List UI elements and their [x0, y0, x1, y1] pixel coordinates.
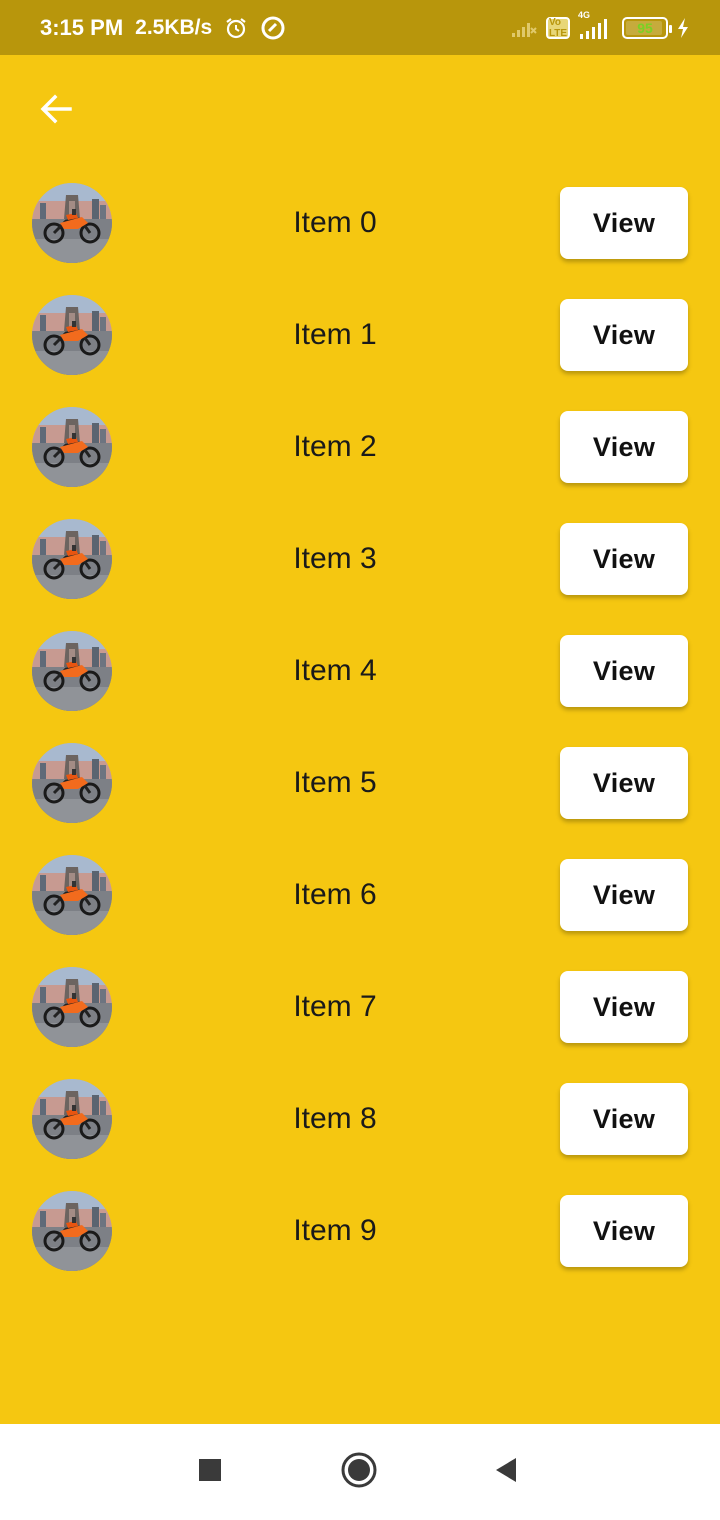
motorcycle-avatar — [32, 967, 112, 1047]
view-button[interactable]: View — [560, 859, 688, 931]
item-title: Item 1 — [293, 318, 377, 351]
motorcycle-avatar — [32, 519, 112, 599]
view-button[interactable]: View — [560, 1195, 688, 1267]
list-item: Item 7 View — [0, 951, 720, 1063]
motorcycle-avatar — [32, 1079, 112, 1159]
signal-icon: 4G — [578, 10, 614, 40]
square-icon — [197, 1457, 223, 1488]
status-left: 3:15 PM 2.5KB/s — [40, 15, 286, 41]
view-button[interactable]: View — [560, 411, 688, 483]
list-item: Item 5 View — [0, 727, 720, 839]
alarm-icon — [224, 16, 248, 40]
arrow-back-icon — [38, 91, 74, 132]
no-signal-icon — [510, 18, 538, 38]
status-time: 3:15 PM — [40, 14, 124, 40]
list-item: Item 1 View — [0, 279, 720, 391]
list-item: Item 9 View — [0, 1175, 720, 1287]
battery-level: 95 — [637, 19, 653, 36]
list-item: Item 8 View — [0, 1063, 720, 1175]
item-title: Item 3 — [293, 542, 377, 575]
view-button[interactable]: View — [560, 299, 688, 371]
list-item: Item 6 View — [0, 839, 720, 951]
item-title: Item 4 — [293, 654, 377, 687]
list-item: Item 2 View — [0, 391, 720, 503]
triangle-back-icon — [492, 1455, 520, 1490]
list-item: Item 0 View — [0, 167, 720, 279]
view-button[interactable]: View — [560, 971, 688, 1043]
item-title: Item 0 — [293, 206, 377, 239]
item-title: Item 6 — [293, 878, 377, 911]
motorcycle-avatar — [32, 295, 112, 375]
data-saver-icon — [260, 15, 286, 41]
view-button[interactable]: View — [560, 635, 688, 707]
motorcycle-avatar — [32, 183, 112, 263]
item-title: Item 8 — [293, 1102, 377, 1135]
home-button[interactable] — [331, 1444, 387, 1500]
motorcycle-avatar — [32, 1191, 112, 1271]
item-list: Item 0 View Item 1 View Item 2 View Item… — [0, 167, 720, 1287]
view-button[interactable]: View — [560, 747, 688, 819]
status-bar: 3:15 PM 2.5KB/s Vo LTE 4G 95 — [0, 0, 720, 55]
charging-icon — [676, 17, 690, 39]
navigation-bar — [0, 1424, 720, 1520]
motorcycle-avatar — [32, 407, 112, 487]
list-item: Item 3 View — [0, 503, 720, 615]
item-title: Item 5 — [293, 766, 377, 799]
motorcycle-avatar — [32, 743, 112, 823]
system-back-button[interactable] — [478, 1444, 534, 1500]
item-title: Item 2 — [293, 430, 377, 463]
network-type: 4G — [578, 9, 591, 20]
back-button[interactable] — [30, 85, 82, 137]
view-button[interactable]: View — [560, 1083, 688, 1155]
app-bar — [0, 55, 720, 165]
list-item: Item 4 View — [0, 615, 720, 727]
battery-icon: 95 — [622, 16, 672, 39]
network-speed: 2.5KB/s — [135, 15, 213, 39]
volte-badge: Vo LTE — [546, 16, 570, 39]
circle-icon — [339, 1450, 379, 1495]
view-button[interactable]: View — [560, 187, 688, 259]
view-button[interactable]: View — [560, 523, 688, 595]
item-title: Item 9 — [293, 1214, 377, 1247]
motorcycle-avatar — [32, 631, 112, 711]
item-title: Item 7 — [293, 990, 377, 1023]
motorcycle-avatar — [32, 855, 112, 935]
recents-button[interactable] — [182, 1444, 238, 1500]
status-right: Vo LTE 4G 95 — [510, 0, 690, 55]
